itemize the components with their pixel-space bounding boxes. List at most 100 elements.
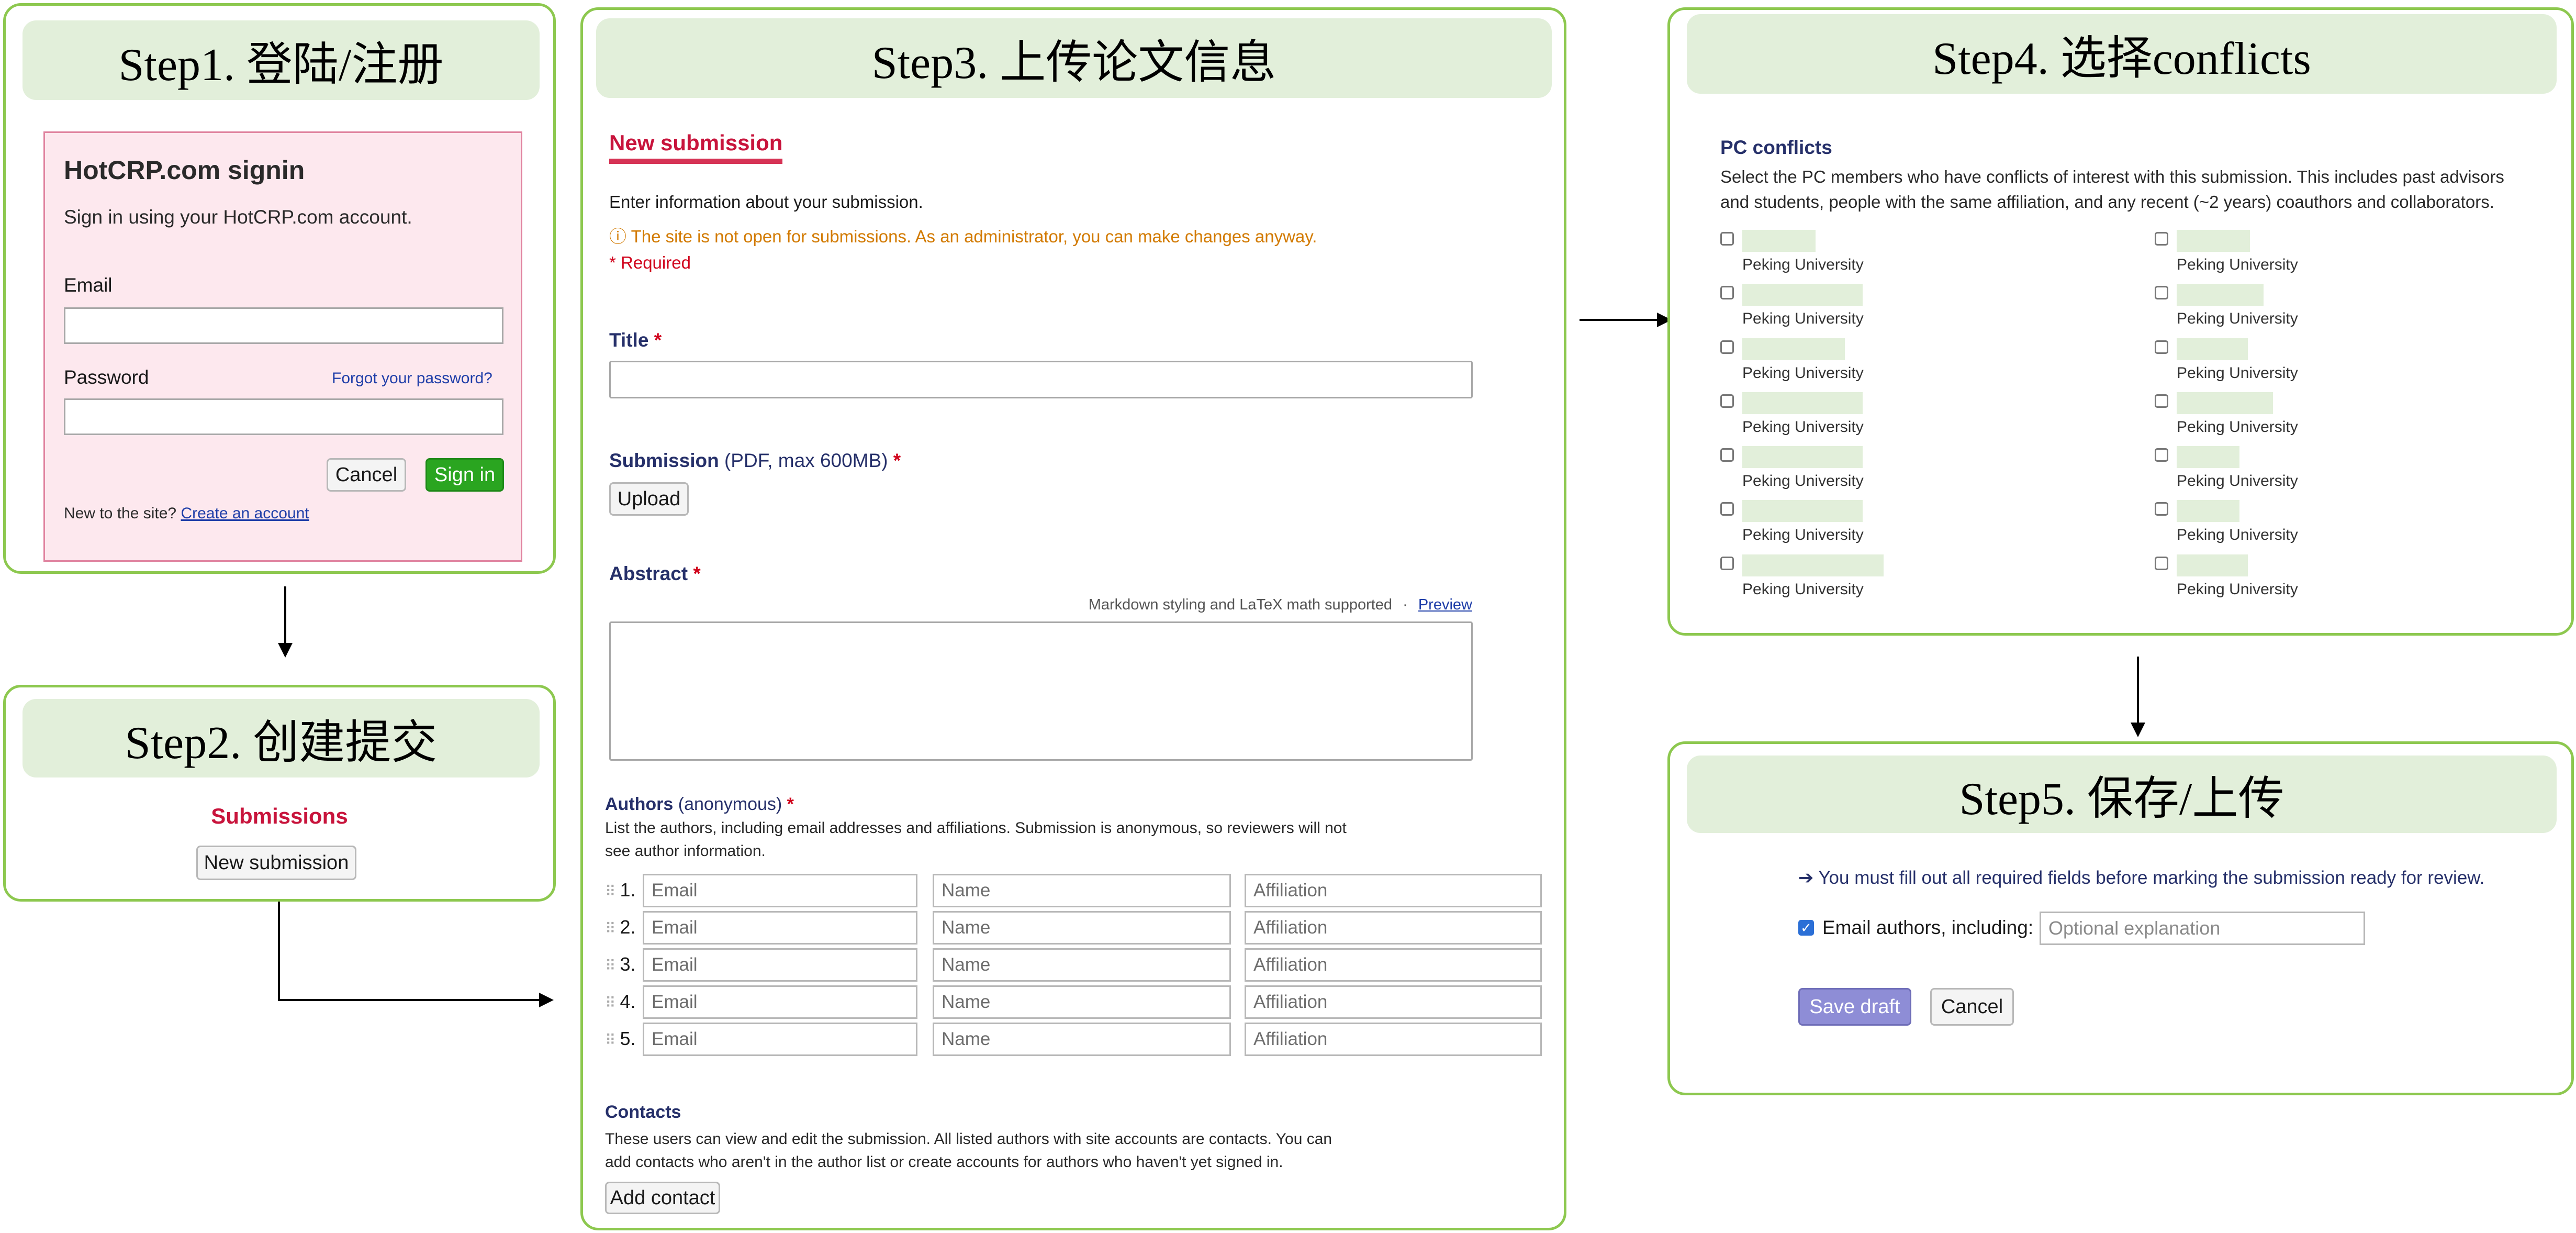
preview-link[interactable]: Preview	[1418, 596, 1472, 613]
create-account-link[interactable]: Create an account	[181, 505, 309, 522]
drag-handle-icon[interactable]: ⠿	[605, 958, 616, 974]
conflict-checkbox[interactable]	[2155, 448, 2168, 462]
email-authors-label: Email authors, including:	[1822, 917, 2034, 938]
arrow-step3-to-step4	[1580, 319, 1658, 321]
warning-row: ⓘ The site is not open for submissions. …	[609, 223, 1317, 248]
author-name-input[interactable]: Name	[933, 985, 1231, 1019]
pc-member-affiliation: Peking University	[1742, 581, 1864, 598]
author-affiliation-input[interactable]: Affiliation	[1245, 874, 1542, 907]
pc-member-affiliation: Peking University	[2177, 364, 2298, 382]
arrow-step2-right	[278, 999, 540, 1001]
pc-member-name-redacted	[1742, 284, 1863, 306]
author-row-number: ⠿ 5.	[605, 1028, 636, 1049]
author-email-input[interactable]: Email	[643, 874, 917, 907]
contacts-label: Contacts	[605, 1102, 681, 1122]
conflict-checkbox[interactable]	[1720, 448, 1734, 462]
conflict-checkbox[interactable]	[1720, 394, 1734, 408]
pc-conflicts-description-line1: Select the PC members who have conflicts…	[1720, 167, 2504, 186]
forgot-password-link[interactable]: Forgot your password?	[332, 370, 492, 387]
contacts-description-line2: add contacts who aren't in the author li…	[605, 1153, 1283, 1171]
new-submission-button[interactable]: New submission	[196, 846, 356, 880]
pc-member-affiliation: Peking University	[2177, 526, 2298, 543]
conflict-checkbox[interactable]	[2155, 286, 2168, 299]
conflict-checkbox[interactable]	[1720, 502, 1734, 516]
authors-label-text: Authors	[605, 794, 674, 814]
optional-explanation-input[interactable]: Optional explanation	[2040, 912, 2365, 945]
abstract-label-text: Abstract	[609, 563, 688, 584]
pc-member-affiliation: Peking University	[1742, 364, 1864, 382]
submission-label-text: Submission	[609, 450, 719, 471]
step2-panel: Step2. 创建提交 Submissions New submission	[3, 685, 556, 902]
warning-icon: ⓘ	[609, 227, 626, 246]
cancel-button[interactable]: Cancel	[1930, 988, 2014, 1026]
pc-member-affiliation: Peking University	[2177, 256, 2298, 273]
step3-panel: Step3. 上传论文信息 New submission Enter infor…	[580, 7, 1566, 1230]
drag-handle-icon[interactable]: ⠿	[605, 1032, 616, 1048]
email-authors-checkbox[interactable]: ✓	[1798, 920, 1814, 936]
abstract-label: Abstract *	[609, 563, 701, 585]
author-email-input[interactable]: Email	[643, 985, 917, 1019]
author-name-input[interactable]: Name	[933, 1023, 1231, 1056]
intro-text: Enter information about your submission.	[609, 192, 923, 212]
notice-text: You must fill out all required fields be…	[1818, 868, 2485, 888]
author-row-number: ⠿ 4.	[605, 991, 636, 1012]
drag-handle-icon[interactable]: ⠿	[605, 995, 616, 1011]
conflict-checkbox[interactable]	[1720, 557, 1734, 570]
signin-cancel-button[interactable]: Cancel	[327, 458, 406, 492]
conflict-checkbox[interactable]	[1720, 286, 1734, 299]
conflict-checkbox[interactable]	[2155, 502, 2168, 516]
upload-button[interactable]: Upload	[609, 482, 689, 516]
pc-member-affiliation: Peking University	[1742, 472, 1864, 490]
authors-required-mark: *	[787, 794, 794, 814]
author-affiliation-input[interactable]: Affiliation	[1245, 985, 1542, 1019]
drag-handle-icon[interactable]: ⠿	[605, 883, 616, 899]
author-name-input[interactable]: Name	[933, 911, 1231, 945]
submissions-heading: Submissions	[211, 804, 348, 828]
submission-label: Submission (PDF, max 600MB) *	[609, 450, 901, 472]
title-input[interactable]	[609, 361, 1473, 398]
conflict-checkbox[interactable]	[2155, 557, 2168, 570]
pc-member-affiliation: Peking University	[2177, 418, 2298, 436]
conflict-checkbox[interactable]	[1720, 340, 1734, 354]
conflict-checkbox[interactable]	[1720, 232, 1734, 246]
pc-member-name-redacted	[2177, 500, 2239, 522]
author-name-input[interactable]: Name	[933, 874, 1231, 907]
conflict-checkbox[interactable]	[2155, 232, 2168, 246]
authors-label: Authors (anonymous) *	[605, 794, 794, 815]
signin-button[interactable]: Sign in	[425, 458, 504, 492]
author-email-input[interactable]: Email	[643, 1023, 917, 1056]
add-contact-button[interactable]: Add contact	[605, 1182, 720, 1214]
author-affiliation-input[interactable]: Affiliation	[1245, 948, 1542, 982]
pc-member-affiliation: Peking University	[1742, 310, 1864, 327]
author-name-input[interactable]: Name	[933, 948, 1231, 982]
author-affiliation-input[interactable]: Affiliation	[1245, 1023, 1542, 1056]
pc-member-affiliation: Peking University	[2177, 310, 2298, 327]
author-email-input[interactable]: Email	[643, 911, 917, 945]
author-row-number: ⠿ 3.	[605, 953, 636, 975]
pc-member-name-redacted	[1742, 446, 1863, 468]
arrow-step2-down	[278, 902, 280, 1001]
conflict-checkbox[interactable]	[2155, 394, 2168, 408]
save-draft-button[interactable]: Save draft	[1798, 988, 1911, 1026]
step4-title: Step4. 选择conflicts	[1687, 14, 2557, 94]
author-row-number: ⠿ 1.	[605, 879, 636, 901]
step4-panel: Step4. 选择conflicts PC conflicts Select t…	[1667, 7, 2574, 636]
pc-conflicts-heading: PC conflicts	[1720, 137, 1832, 158]
arrow-circle-icon: ➔	[1798, 868, 1814, 888]
contacts-description-line1: These users can view and edit the submis…	[605, 1130, 1332, 1148]
drag-handle-icon[interactable]: ⠿	[605, 920, 616, 937]
author-email-input[interactable]: Email	[643, 948, 917, 982]
step3-title: Step3. 上传论文信息	[596, 18, 1552, 98]
pc-member-affiliation: Peking University	[1742, 526, 1864, 543]
arrowhead-step4-to-step5	[2131, 723, 2145, 737]
conflict-checkbox[interactable]	[2155, 340, 2168, 354]
password-field[interactable]	[64, 398, 503, 435]
markdown-hint: Markdown styling and LaTeX math supporte…	[1088, 596, 1393, 613]
pc-member-name-redacted	[2177, 554, 2248, 576]
author-affiliation-input[interactable]: Affiliation	[1245, 911, 1542, 945]
abstract-textarea[interactable]	[609, 621, 1473, 761]
step1-panel: Step1. 登陆/注册 HotCRP.com signin Sign in u…	[3, 3, 556, 574]
email-field[interactable]	[64, 307, 503, 344]
step5-panel: Step5. 保存/上传 ➔ You must fill out all req…	[1667, 741, 2574, 1095]
arrowhead-step1-to-step2	[278, 643, 293, 658]
